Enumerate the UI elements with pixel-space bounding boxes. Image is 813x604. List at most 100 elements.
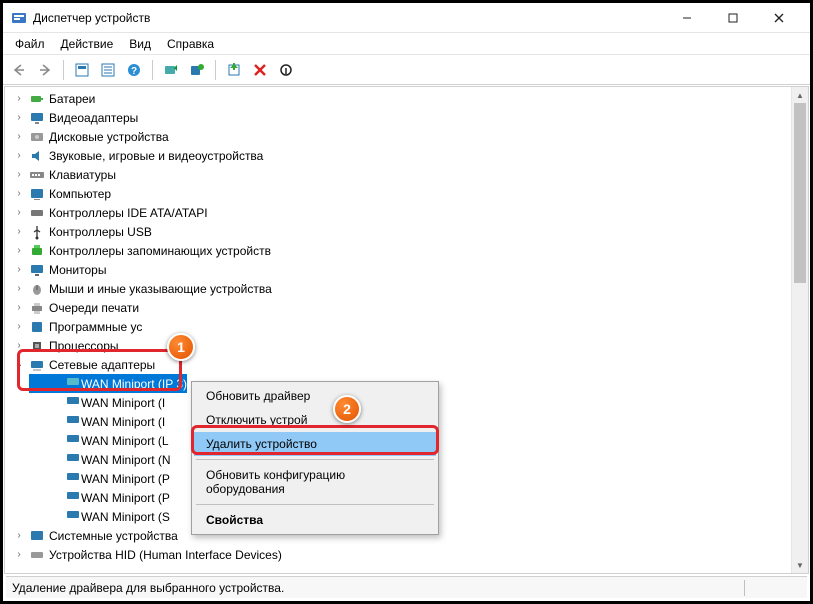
chevron-right-icon[interactable]: › <box>13 131 25 143</box>
help-button[interactable]: ? <box>122 58 146 82</box>
uninstall-device-button[interactable] <box>248 58 272 82</box>
titlebar: Диспетчер устройств <box>3 3 810 33</box>
chevron-right-icon[interactable]: › <box>13 549 25 561</box>
nav-back-button[interactable] <box>7 58 31 82</box>
chevron-right-icon[interactable]: › <box>13 530 25 542</box>
usb-icon <box>29 224 45 240</box>
keyboard-icon <box>29 167 45 183</box>
device-label: WAN Miniport (IP 3) <box>81 377 187 391</box>
software-icon <box>29 319 45 335</box>
menu-file[interactable]: Файл <box>7 35 53 53</box>
app-icon <box>11 10 27 26</box>
category-label: Видеоадаптеры <box>49 111 138 125</box>
chevron-right-icon[interactable]: › <box>13 226 25 238</box>
cpu-icon <box>29 338 45 354</box>
disk-icon <box>29 129 45 145</box>
context-menu-scan-hardware[interactable]: Обновить конфигурацию оборудования <box>194 463 436 501</box>
statusbar: Удаление драйвера для выбранного устройс… <box>6 576 807 598</box>
chevron-down-icon[interactable]: ⌄ <box>13 359 25 371</box>
computer-icon <box>29 186 45 202</box>
context-menu-update-driver[interactable]: Обновить драйвер <box>194 384 436 408</box>
tree-category-print-queues[interactable]: › Очереди печати <box>29 298 808 317</box>
tree-category-ide[interactable]: › Контроллеры IDE ATA/ATAPI <box>29 203 808 222</box>
tree-category-hid[interactable]: › Устройства HID (Human Interface Device… <box>29 545 808 564</box>
category-label: Клавиатуры <box>49 168 116 182</box>
enable-device-button[interactable] <box>222 58 246 82</box>
category-label: Программные ус <box>49 320 142 334</box>
category-label: Батареи <box>49 92 95 106</box>
menu-view[interactable]: Вид <box>121 35 159 53</box>
chevron-right-icon[interactable]: › <box>13 264 25 276</box>
scroll-up-icon[interactable]: ▲ <box>792 87 808 103</box>
tree-category-audio[interactable]: › Звуковые, игровые и видеоустройства <box>29 146 808 165</box>
show-hidden-button[interactable] <box>70 58 94 82</box>
chevron-right-icon[interactable]: › <box>13 150 25 162</box>
toolbar: ? <box>3 55 810 85</box>
view-options-button[interactable] <box>96 58 120 82</box>
tree-category-processors[interactable]: › Процессоры <box>29 336 808 355</box>
chevron-right-icon[interactable]: › <box>13 112 25 124</box>
tree-category-storage-controllers[interactable]: › Контроллеры запоминающих устройств <box>29 241 808 260</box>
svg-text:?: ? <box>131 66 137 77</box>
tree-category-batteries[interactable]: › Батареи <box>29 89 808 108</box>
window-title: Диспетчер устройств <box>33 11 664 25</box>
category-label: Процессоры <box>49 339 119 353</box>
device-label: WAN Miniport (I <box>81 396 165 410</box>
context-menu: Обновить драйвер Отключить устрой Удалит… <box>191 381 439 535</box>
chevron-right-icon[interactable]: › <box>13 340 25 352</box>
device-label: WAN Miniport (P <box>81 491 170 505</box>
disable-device-button[interactable] <box>274 58 298 82</box>
category-label: Мониторы <box>49 263 106 277</box>
scroll-thumb[interactable] <box>794 103 806 283</box>
network-icon <box>65 488 81 507</box>
context-menu-disable-device[interactable]: Отключить устрой <box>194 408 436 432</box>
chevron-right-icon[interactable]: › <box>13 321 25 333</box>
maximize-button[interactable] <box>710 3 756 33</box>
nav-forward-button[interactable] <box>33 58 57 82</box>
tree-category-keyboards[interactable]: › Клавиатуры <box>29 165 808 184</box>
menu-help[interactable]: Справка <box>159 35 222 53</box>
tree-category-disk-drives[interactable]: › Дисковые устройства <box>29 127 808 146</box>
chevron-right-icon[interactable]: › <box>13 245 25 257</box>
update-driver-button[interactable] <box>185 58 209 82</box>
category-label: Сетевые адаптеры <box>49 358 155 372</box>
vertical-scrollbar[interactable]: ▲ ▼ <box>791 87 808 573</box>
minimize-button[interactable] <box>664 3 710 33</box>
chevron-right-icon[interactable]: › <box>13 283 25 295</box>
close-button[interactable] <box>756 3 802 33</box>
context-menu-properties[interactable]: Свойства <box>194 508 436 532</box>
device-tree-area: › Батареи › Видеоадаптеры › Дисковые уст… <box>4 86 809 574</box>
menu-action[interactable]: Действие <box>53 35 122 53</box>
chevron-right-icon[interactable]: › <box>13 207 25 219</box>
tree-category-monitors[interactable]: › Мониторы <box>29 260 808 279</box>
category-label: Контроллеры IDE ATA/ATAPI <box>49 206 208 220</box>
scan-hardware-button[interactable] <box>159 58 183 82</box>
tree-category-usb[interactable]: › Контроллеры USB <box>29 222 808 241</box>
menubar: Файл Действие Вид Справка <box>3 33 810 55</box>
context-menu-separator <box>196 504 434 505</box>
audio-icon <box>29 148 45 164</box>
tree-category-network-adapters[interactable]: ⌄ Сетевые адаптеры <box>29 355 808 374</box>
scroll-down-icon[interactable]: ▼ <box>792 557 808 573</box>
storage-icon <box>29 243 45 259</box>
category-label: Устройства HID (Human Interface Devices) <box>49 548 282 562</box>
context-menu-uninstall-device[interactable]: Удалить устройство <box>194 432 436 456</box>
network-icon <box>65 431 81 450</box>
tree-category-display-adapters[interactable]: › Видеоадаптеры <box>29 108 808 127</box>
chevron-right-icon[interactable]: › <box>13 93 25 105</box>
chevron-right-icon[interactable]: › <box>13 188 25 200</box>
context-menu-separator <box>196 459 434 460</box>
category-label: Мыши и иные указывающие устройства <box>49 282 272 296</box>
category-label: Системные устройства <box>49 529 178 543</box>
tree-device-wan-miniport[interactable]: WAN Miniport (IP 3) <box>29 374 187 393</box>
chevron-right-icon[interactable]: › <box>13 169 25 181</box>
chevron-right-icon[interactable]: › <box>13 302 25 314</box>
tree-category-computer[interactable]: › Компьютер <box>29 184 808 203</box>
network-icon <box>65 393 81 412</box>
battery-icon <box>29 91 45 107</box>
category-label: Звуковые, игровые и видеоустройства <box>49 149 263 163</box>
device-label: WAN Miniport (L <box>81 434 169 448</box>
device-label: WAN Miniport (N <box>81 453 171 467</box>
tree-category-software-devices[interactable]: › Программные ус <box>29 317 808 336</box>
tree-category-mice[interactable]: › Мыши и иные указывающие устройства <box>29 279 808 298</box>
